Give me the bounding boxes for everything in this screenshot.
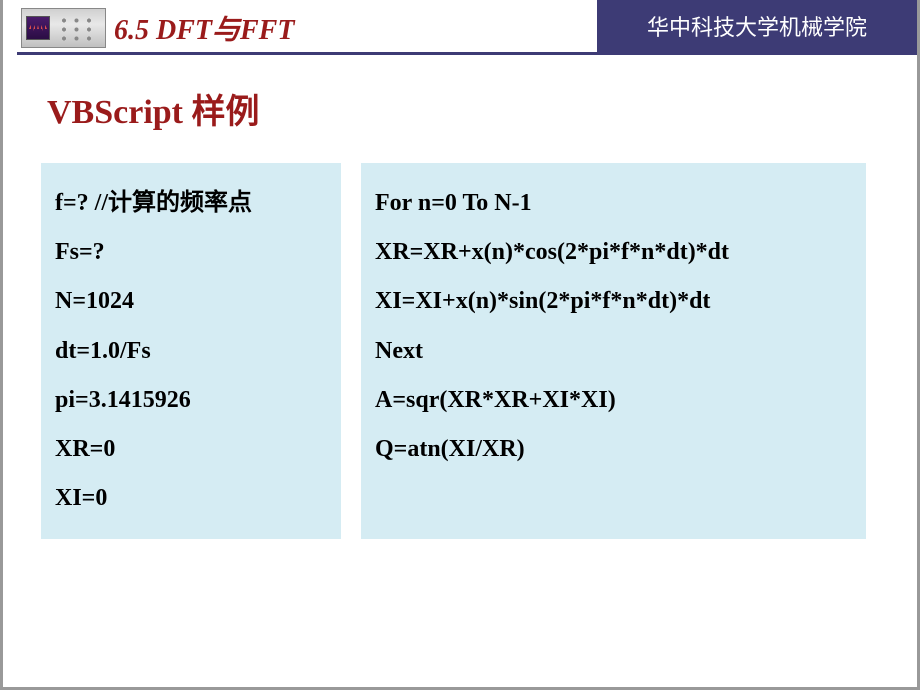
slide-title: VBScript 样例 bbox=[47, 84, 879, 133]
slide-header: 6.5 DFT与FFT 华中科技大学机械学院 bbox=[3, 0, 917, 56]
code-line: A=sqr(XR*XR+XI*XI) bbox=[375, 376, 852, 425]
code-line: Next bbox=[375, 327, 852, 376]
code-line: XI=XI+x(n)*sin(2*pi*f*n*dt)*dt bbox=[375, 277, 852, 326]
code-columns: f=? //计算的频率点 Fs=? N=1024 dt=1.0/Fs pi=3.… bbox=[41, 163, 879, 539]
chapter-title: 6.5 DFT与FFT bbox=[114, 8, 294, 48]
slide-container: 6.5 DFT与FFT 华中科技大学机械学院 VBScript 样例 f=? /… bbox=[0, 0, 920, 690]
oscilloscope-icon bbox=[21, 8, 106, 48]
header-underline bbox=[17, 52, 917, 55]
code-line: f=? //计算的频率点 bbox=[55, 179, 327, 228]
code-line: XR=XR+x(n)*cos(2*pi*f*n*dt)*dt bbox=[375, 228, 852, 277]
code-line: Q=atn(XI/XR) bbox=[375, 425, 852, 474]
code-line: XR=0 bbox=[55, 425, 327, 474]
code-line: dt=1.0/Fs bbox=[55, 327, 327, 376]
code-line: For n=0 To N-1 bbox=[375, 179, 852, 228]
code-box-right: For n=0 To N-1 XR=XR+x(n)*cos(2*pi*f*n*d… bbox=[361, 163, 866, 539]
slide-content: VBScript 样例 f=? //计算的频率点 Fs=? N=1024 dt=… bbox=[3, 56, 917, 567]
code-line: pi=3.1415926 bbox=[55, 376, 327, 425]
code-line: Fs=? bbox=[55, 228, 327, 277]
code-line: XI=0 bbox=[55, 474, 327, 523]
code-box-left: f=? //计算的频率点 Fs=? N=1024 dt=1.0/Fs pi=3.… bbox=[41, 163, 341, 539]
code-line: N=1024 bbox=[55, 277, 327, 326]
institution-label: 华中科技大学机械学院 bbox=[597, 0, 917, 52]
